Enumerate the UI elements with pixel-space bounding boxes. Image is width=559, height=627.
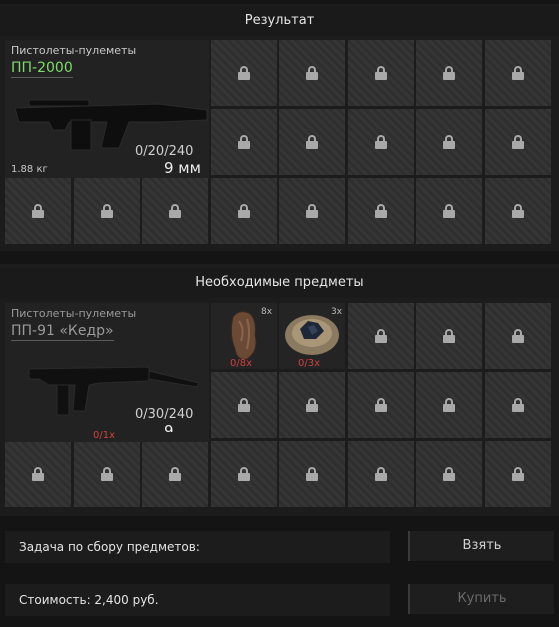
locked-slot[interactable] <box>484 441 551 507</box>
lock-icon <box>443 329 455 343</box>
lock-icon <box>443 467 455 481</box>
locked-slot[interactable] <box>142 441 208 507</box>
locked-slot[interactable] <box>484 40 551 106</box>
required-weapon-card[interactable]: Пистолеты-пулеметы ПП-91 «Кедр» 0/30/240… <box>5 303 209 442</box>
locked-slot[interactable] <box>5 441 71 507</box>
lock-icon <box>100 467 113 481</box>
lock-icon <box>374 467 387 481</box>
lock-icon <box>237 204 250 218</box>
required-weapon-ammo: 0/30/240 <box>135 407 194 422</box>
lock-icon <box>100 204 113 218</box>
task-label: Задача по сбору предметов: <box>19 540 200 554</box>
locked-slot[interactable] <box>5 178 71 244</box>
lock-icon <box>511 329 524 343</box>
locked-slot[interactable] <box>210 441 277 507</box>
lock-icon <box>511 135 524 149</box>
lock-icon <box>237 135 250 149</box>
locked-slot[interactable] <box>484 109 551 175</box>
lock-icon <box>443 135 455 149</box>
lock-icon <box>443 66 455 80</box>
lock-icon <box>374 204 387 218</box>
result-item-ammo: 0/20/240 <box>135 144 194 159</box>
locked-slot[interactable] <box>210 109 277 175</box>
locked-slot[interactable] <box>416 441 482 507</box>
buy-label: Купить <box>457 591 507 606</box>
required-weapon-have: 0/1x <box>93 430 116 441</box>
cost-label: Стоимость: 2,400 руб. <box>19 593 159 607</box>
lock-icon <box>306 135 318 149</box>
locked-slot[interactable] <box>484 372 551 438</box>
locked-slot[interactable] <box>73 441 140 507</box>
locked-slot[interactable] <box>484 178 551 244</box>
take-label: Взять <box>462 538 502 553</box>
locked-slot[interactable] <box>73 178 140 244</box>
locked-slot[interactable] <box>347 178 414 244</box>
lock-icon <box>237 66 250 80</box>
lock-icon <box>237 398 250 412</box>
lock-icon <box>374 329 387 343</box>
result-item-name: ПП-2000 <box>11 60 73 78</box>
result-item-card[interactable]: Пистолеты-пулеметы ПП-2000 0/20/240 9 мм… <box>5 40 209 178</box>
locked-slot[interactable] <box>416 303 482 369</box>
locked-slot[interactable] <box>279 40 345 106</box>
lock-icon <box>511 467 524 481</box>
locked-slot[interactable] <box>347 303 414 369</box>
lock-icon <box>32 467 44 481</box>
locked-slot[interactable] <box>484 303 551 369</box>
result-item-category: Пистолеты-пулеметы <box>11 44 137 57</box>
ingredient-count: 8x <box>261 307 273 317</box>
task-bar: Задача по сбору предметов: <box>5 531 390 563</box>
locked-slot[interactable] <box>279 372 345 438</box>
required-weapon-caliber: 9 <box>164 422 174 432</box>
result-header: Результат <box>0 6 559 36</box>
locked-slot[interactable] <box>279 178 345 244</box>
locked-slot[interactable] <box>210 178 277 244</box>
locked-slot[interactable] <box>347 109 414 175</box>
lock-icon <box>511 204 524 218</box>
lock-icon <box>306 204 318 218</box>
result-item-weight: 1.88 кг <box>11 164 48 175</box>
locked-slot[interactable] <box>416 372 482 438</box>
locked-slot[interactable] <box>142 178 208 244</box>
lock-icon <box>443 204 455 218</box>
buy-button[interactable]: Купить <box>408 584 554 614</box>
lock-icon <box>511 66 524 80</box>
required-weapon-name: ПП-91 «Кедр» <box>11 323 114 341</box>
lock-icon <box>306 66 318 80</box>
lock-icon <box>306 398 318 412</box>
lock-icon <box>169 204 181 218</box>
lock-icon <box>374 135 387 149</box>
cost-bar: Стоимость: 2,400 руб. <box>5 584 390 616</box>
ingredient-ore[interactable]: 3x 0/3x <box>279 303 345 369</box>
required-header: Необходимые предметы <box>0 268 559 298</box>
ingredient-have: 0/8x <box>230 358 253 369</box>
ingredient-fabric[interactable]: 8x 0/8x <box>211 303 277 369</box>
lock-icon <box>443 398 455 412</box>
required-weapon-category: Пистолеты-пулеметы <box>11 307 137 320</box>
lock-icon <box>169 467 181 481</box>
lock-icon <box>511 398 524 412</box>
locked-slot[interactable] <box>347 40 414 106</box>
locked-slot[interactable] <box>416 178 482 244</box>
lock-icon <box>374 398 387 412</box>
locked-slot[interactable] <box>279 441 345 507</box>
take-button[interactable]: Взять <box>408 531 554 561</box>
ingredient-count: 3x <box>331 307 343 317</box>
locked-slot[interactable] <box>416 109 482 175</box>
lock-icon <box>374 66 387 80</box>
lock-icon <box>237 467 250 481</box>
locked-slot[interactable] <box>347 441 414 507</box>
result-item-caliber: 9 мм <box>164 159 201 177</box>
fabric-scrap-icon <box>230 311 257 360</box>
locked-slot[interactable] <box>347 372 414 438</box>
lock-icon <box>32 204 44 218</box>
lock-icon <box>306 467 318 481</box>
locked-slot[interactable] <box>210 372 277 438</box>
locked-slot[interactable] <box>416 40 482 106</box>
locked-slot[interactable] <box>210 40 277 106</box>
ingredient-have: 0/3x <box>298 358 321 369</box>
locked-slot[interactable] <box>279 109 345 175</box>
